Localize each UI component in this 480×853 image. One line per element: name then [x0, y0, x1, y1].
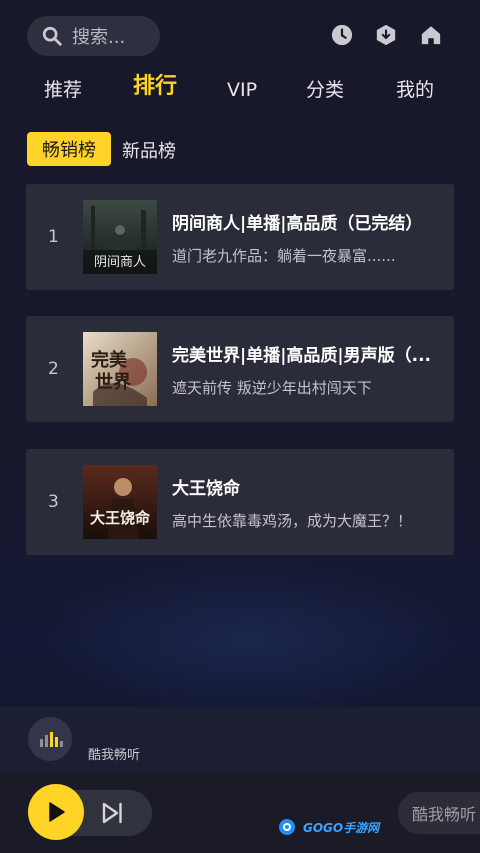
rank-number: 1 [48, 227, 59, 247]
svg-text:阴间商人: 阴间商人 [94, 255, 146, 270]
book-title: 阴间商人|单播|高品质（已完结） [172, 214, 423, 234]
book-description: 高中生依靠毒鸡汤，成为大魔王？！ [172, 512, 413, 530]
search-box[interactable]: 搜索... [27, 16, 160, 56]
book-description: 遮天前传 叛逆少年出村闯天下 [172, 379, 372, 397]
book-card-3[interactable]: 3 大王饶命 大王饶命 高中生依靠毒鸡汤，成为大魔王？！ [26, 449, 454, 555]
play-button[interactable] [28, 784, 84, 840]
watermark: GOGO手游网 [278, 818, 379, 836]
book-description: 道门老九作品：躺着一夜暴富...... [172, 247, 396, 265]
download-icon[interactable] [375, 24, 397, 46]
background-glow [40, 560, 460, 720]
tab-ranking[interactable]: 排行 [133, 75, 177, 99]
audio-bars-icon [40, 732, 63, 747]
book-card-2[interactable]: 2 完美 世界 完美世界|单播|高品质|男声版（... 遮天前传 叛逆少年出村闯… [26, 316, 454, 422]
book-cover: 阴间商人 [83, 200, 157, 274]
svg-text:世界: 世界 [95, 372, 131, 393]
tab-mine[interactable]: 我的 [396, 78, 434, 102]
tab-recommend[interactable]: 推荐 [44, 78, 82, 102]
mini-player-art [28, 717, 72, 761]
play-icon [49, 802, 65, 822]
mini-player-label: 酷我畅听 [88, 748, 141, 763]
mini-player[interactable]: 酷我畅听 [0, 707, 480, 773]
brand-button[interactable]: 酷我畅听 [398, 792, 480, 834]
book-title: 完美世界|单播|高品质|男声版（... [172, 346, 432, 366]
home-icon[interactable] [420, 24, 442, 46]
book-cover: 完美 世界 [83, 332, 157, 406]
search-icon [42, 26, 62, 46]
svg-text:完美: 完美 [91, 349, 127, 371]
subtab-new[interactable]: 新品榜 [122, 137, 176, 163]
rank-number: 3 [48, 492, 59, 512]
tab-category[interactable]: 分类 [306, 78, 344, 102]
book-card-1[interactable]: 1 阴间商人 阴间商人|单播|高品质（已完结） 道门老九作品：躺着一夜暴富...… [26, 184, 454, 290]
search-placeholder: 搜索... [72, 27, 126, 48]
book-cover: 大王饶命 [83, 465, 157, 539]
rank-number: 2 [48, 359, 59, 379]
svg-text:大王饶命: 大王饶命 [90, 509, 151, 527]
next-track-icon[interactable] [100, 801, 124, 825]
tab-vip[interactable]: VIP [227, 78, 257, 102]
watermark-text: GOGO手游网 [303, 820, 380, 835]
watermark-logo-icon [279, 819, 295, 835]
history-icon[interactable] [331, 24, 353, 46]
book-title: 大王饶命 [172, 479, 240, 499]
subtab-bestseller[interactable]: 畅销榜 [27, 132, 111, 166]
